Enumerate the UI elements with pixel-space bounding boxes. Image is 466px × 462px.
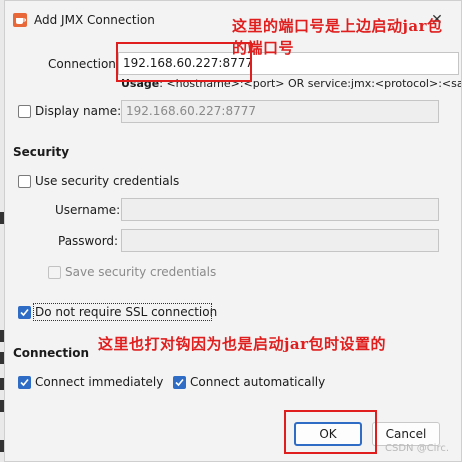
display-name-label: Display name: — [35, 104, 122, 118]
annotation-ssl-note: 这里也打对钩因为也是启动jar包时设置的 — [98, 335, 387, 353]
checkmark-icon — [175, 378, 184, 387]
connection-label: Connection: — [48, 57, 120, 71]
connect-immediately-checkbox[interactable] — [18, 376, 31, 389]
no-ssl-checkbox[interactable] — [18, 306, 31, 319]
no-ssl-label[interactable]: Do not require SSL connection — [35, 305, 217, 319]
display-name-checkbox[interactable] — [18, 105, 31, 118]
csdn-watermark: CSDN @Circ. — [385, 443, 450, 454]
annotation-port-note-line2: 的端口号 — [232, 39, 295, 57]
connect-automatically-label[interactable]: Connect automatically — [190, 375, 325, 389]
security-heading: Security — [13, 145, 70, 159]
connect-automatically-checkbox[interactable] — [173, 376, 186, 389]
use-credentials-checkbox[interactable] — [18, 175, 31, 188]
window-title: Add JMX Connection — [34, 13, 155, 27]
connect-immediately-label[interactable]: Connect immediately — [35, 375, 163, 389]
jvm-coffee-icon — [13, 13, 27, 27]
connection-heading: Connection — [13, 346, 90, 360]
username-input[interactable] — [121, 198, 439, 221]
checkmark-icon — [20, 378, 29, 387]
checkmark-icon — [20, 308, 29, 317]
annotation-port-note-line1: 这里的端口号是上边启动jar包 — [232, 17, 443, 35]
save-credentials-checkbox[interactable] — [48, 266, 61, 279]
username-label: Username: — [55, 203, 121, 217]
annotation-highlight-ok — [284, 410, 377, 454]
password-label: Password: — [58, 234, 119, 248]
save-credentials-label: Save security credentials — [65, 265, 217, 279]
password-input[interactable] — [121, 229, 439, 252]
display-name-input[interactable]: 192.168.60.227:8777 — [121, 100, 439, 123]
display-name-value: 192.168.60.227:8777 — [126, 104, 257, 118]
use-credentials-label[interactable]: Use security credentials — [35, 174, 179, 188]
